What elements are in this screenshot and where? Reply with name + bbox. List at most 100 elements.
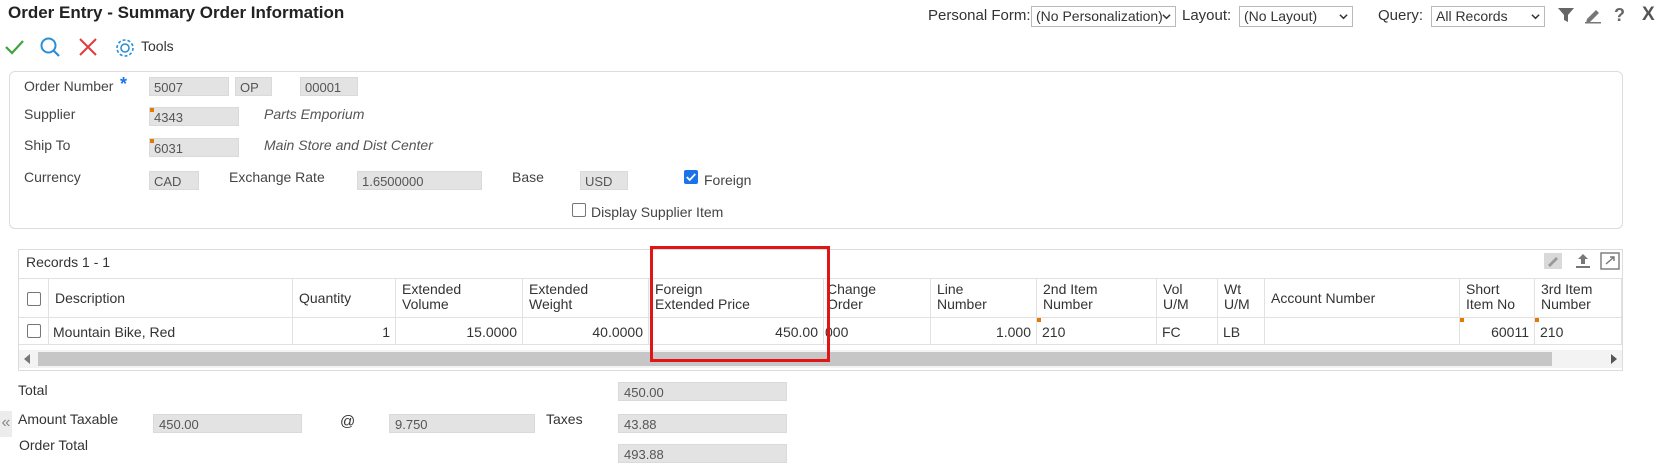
ship-to-name: Main Store and Dist Center [264, 137, 433, 153]
records-count: Records 1 - 1 [26, 254, 111, 270]
ship-to-number-value: 6031 [154, 141, 183, 156]
column-header-label-line1: Line [937, 281, 964, 297]
page-title: Order Entry - Summary Order Information [8, 3, 345, 22]
order-type-field: OP [235, 77, 272, 96]
pencil-icon[interactable] [1584, 6, 1602, 24]
cell-description[interactable]: Mountain Bike, Red [49, 318, 293, 345]
column-header-label: Quantity [299, 290, 352, 306]
check-icon[interactable] [3, 36, 25, 58]
order-total-label: Order Total [19, 437, 88, 453]
required-marker [1460, 318, 1464, 322]
query-label: Query: [1378, 7, 1424, 24]
column-header-label-line2: Item No [1466, 296, 1516, 312]
exchange-rate-label: Exchange Rate [229, 169, 325, 185]
taxes-label: Taxes [546, 411, 583, 427]
supplier-label: Supplier [24, 106, 76, 122]
filter-icon[interactable] [1557, 6, 1575, 24]
cell-vol-um[interactable]: FC [1157, 318, 1218, 345]
supplier-name: Parts Emporium [264, 106, 365, 122]
maximize-grid-icon[interactable] [1600, 252, 1620, 270]
personal-form-select[interactable]: (No Personalization) [1031, 6, 1176, 27]
export-icon[interactable] [1573, 252, 1593, 270]
order-total-value: 493.88 [618, 444, 787, 463]
ship-to-number-field: 6031 [149, 138, 239, 157]
base-currency-field: USD [580, 171, 628, 190]
scroll-right-icon[interactable] [1611, 354, 1617, 364]
required-marker [1535, 318, 1539, 322]
row-checkbox[interactable] [27, 324, 41, 338]
cell-line-number[interactable]: 1.000 [931, 318, 1037, 345]
cell-3rd-item-number-value: 210 [1540, 324, 1564, 340]
cell-short-item-no[interactable]: 60011 [1460, 318, 1535, 345]
column-header-label-line1: 2nd Item [1043, 281, 1098, 297]
taxes-value: 43.88 [618, 414, 787, 433]
column-header-vol-um[interactable]: Vol U/M [1157, 278, 1218, 318]
required-marker [1037, 318, 1041, 322]
display-supplier-item-label: Display Supplier Item [591, 204, 724, 220]
column-header-short-item-no[interactable]: Short Item No [1460, 278, 1535, 318]
column-header-label-line2: Number [1541, 296, 1591, 312]
layout-label: Layout: [1182, 7, 1232, 24]
cell-extended-volume[interactable]: 15.0000 [396, 318, 523, 345]
column-header-3rd-item-number[interactable]: 3rd Item Number [1535, 278, 1622, 318]
column-header-label-line1: Vol [1163, 281, 1183, 297]
order-number-label: Order Number [24, 78, 114, 94]
foreign-label: Foreign [704, 172, 752, 188]
cell-account-number[interactable] [1265, 318, 1460, 345]
personal-form-label: Personal Form: [928, 7, 1031, 24]
query-value: All Records [1436, 8, 1508, 24]
collapse-panel-icon[interactable]: « [0, 411, 12, 437]
column-header-label-line2: U/M [1224, 296, 1250, 312]
column-header-account-number[interactable]: Account Number [1265, 278, 1460, 318]
column-header-wt-um[interactable]: Wt U/M [1218, 278, 1265, 318]
column-header-label-line1: Change [827, 281, 877, 297]
row-select-cell [19, 318, 49, 345]
column-header-label-line1: 3rd Item [1541, 281, 1593, 297]
cell-wt-um[interactable]: LB [1218, 318, 1265, 345]
layout-select[interactable]: (No Layout) [1239, 6, 1353, 27]
tools-menu[interactable]: Tools [141, 38, 174, 54]
column-header-quantity[interactable]: Quantity [293, 278, 396, 318]
column-header-label-line1: Extended [402, 281, 462, 297]
select-all-checkbox[interactable] [27, 292, 41, 306]
highlight-box [650, 246, 830, 362]
display-supplier-item-checkbox[interactable] [572, 203, 586, 217]
cell-quantity[interactable]: 1 [293, 318, 396, 345]
cell-3rd-item-number[interactable]: 210 [1535, 318, 1622, 345]
column-header-line-number[interactable]: Line Number [931, 278, 1037, 318]
cell-change-order[interactable]: 000 [824, 318, 931, 345]
ship-to-label: Ship To [24, 137, 71, 153]
close-x-icon[interactable]: X [1642, 4, 1655, 26]
cell-extended-weight[interactable]: 40.0000 [523, 318, 649, 345]
column-header-extended-weight[interactable]: Extended Weight [523, 278, 649, 318]
column-header-change-order[interactable]: Change Order [824, 278, 931, 318]
cell-short-item-no-value: 60011 [1491, 324, 1529, 340]
column-header-description[interactable]: Description [49, 278, 293, 318]
gear-icon[interactable] [114, 37, 136, 59]
search-icon[interactable] [39, 36, 61, 58]
column-header-label-line1: Extended [529, 281, 589, 297]
tax-rate-value: 9.750 [389, 414, 535, 433]
base-label: Base [512, 169, 544, 185]
foreign-checkbox[interactable] [684, 170, 698, 184]
at-symbol: @ [340, 413, 356, 430]
currency-field: CAD [149, 171, 199, 190]
query-select[interactable]: All Records [1431, 6, 1545, 27]
currency-label: Currency [24, 169, 81, 185]
required-asterisk: * [120, 74, 128, 94]
help-icon[interactable]: ? [1614, 5, 1625, 26]
layout-value: (No Layout) [1244, 8, 1318, 24]
column-header-label-line2: Weight [529, 296, 573, 312]
close-icon[interactable] [77, 36, 99, 58]
column-header-extended-volume[interactable]: Extended Volume [396, 278, 523, 318]
required-marker [150, 108, 154, 112]
cell-2nd-item-number[interactable]: 210 [1037, 318, 1157, 345]
column-header-label-line2: Number [937, 296, 987, 312]
column-header-label-line1: Short [1466, 281, 1500, 297]
scroll-left-icon[interactable] [24, 354, 30, 364]
chevron-down-icon [1162, 14, 1171, 20]
edit-grid-icon[interactable] [1543, 252, 1563, 270]
column-header-2nd-item-number[interactable]: 2nd Item Number [1037, 278, 1157, 318]
total-label: Total [18, 382, 48, 398]
order-number-field: 5007 [149, 77, 229, 96]
